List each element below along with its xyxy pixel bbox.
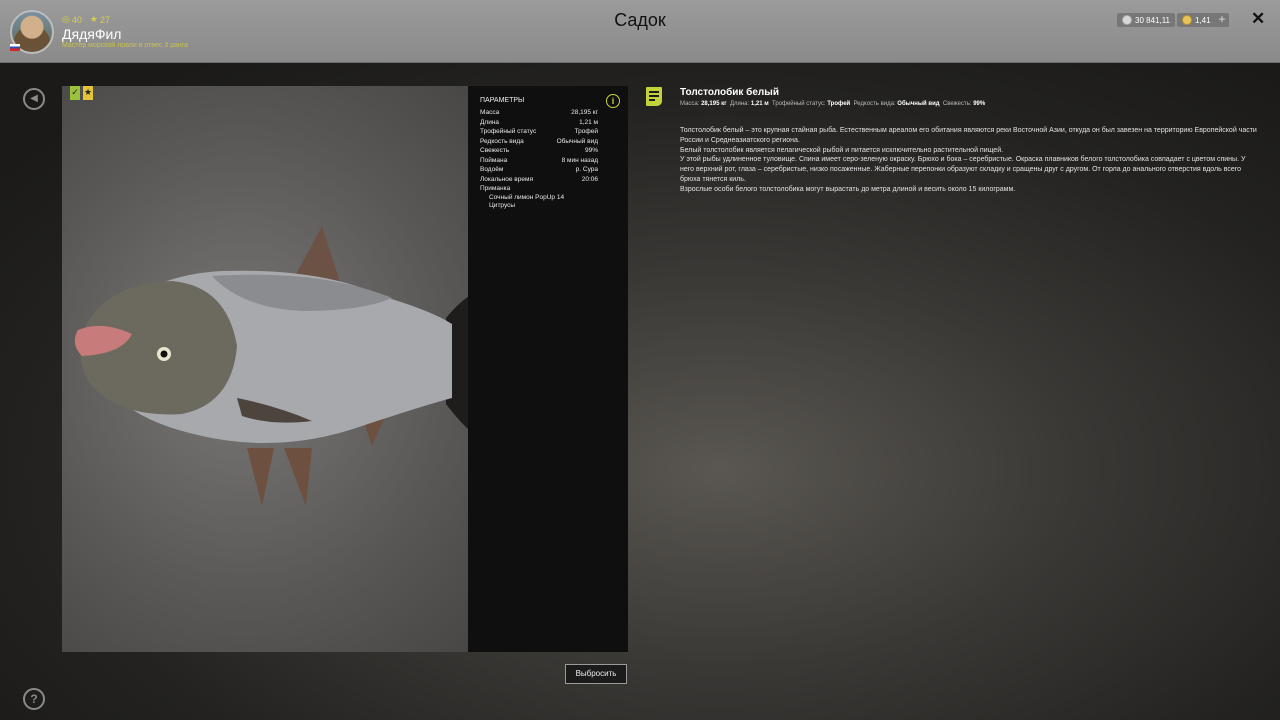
param-row: Масса 28,195 кг (480, 109, 598, 116)
fish-name: Толстолобик белый (680, 87, 779, 98)
info-icon[interactable]: i (606, 94, 620, 108)
mark-check-tag[interactable]: ✓ (70, 86, 80, 100)
gold-currency: 1,41 (1177, 13, 1216, 27)
params-title: ПАРАМЕТРЫ (480, 97, 525, 104)
param-row: Локальное время 20:06 (480, 175, 598, 183)
bait-item: Цитрусы (489, 202, 516, 209)
fish-summary: Масса: 28,195 кг Длина: 1,21 м Трофейный… (680, 101, 986, 107)
discard-button[interactable]: Выбросить (565, 664, 627, 684)
fish-3d-view[interactable] (62, 86, 492, 652)
fish-image (74, 226, 492, 506)
top-bar: ◎ 40 ★ 27 ДядяФил Мастер морской ловли в о… (0, 0, 1280, 63)
question-icon: ? (30, 692, 38, 706)
add-currency-button[interactable]: + (1215, 13, 1229, 27)
bait-item: Сочный лимон PopUp 14 (489, 193, 565, 201)
bait-label: Приманка (480, 185, 511, 192)
star-icon: ★ (83, 87, 93, 97)
close-button[interactable]: ✕ (1251, 9, 1265, 29)
note-icon (646, 87, 662, 106)
back-arrow-icon: ◀ (30, 93, 38, 104)
check-icon: ✓ (71, 87, 79, 97)
param-row: Трофейный статус Трофей (480, 128, 598, 135)
user-rank: Мастер морской ловли в отвес 3 ранга (62, 42, 189, 49)
silver-coin-icon (1122, 15, 1132, 25)
back-button[interactable]: ◀ (23, 88, 45, 110)
page-title: Садок (614, 10, 666, 30)
country-flag-icon (10, 44, 20, 51)
silver-currency: 30 841,11 (1117, 13, 1175, 27)
description-paragraph: Толстолобик белый – это крупная стайная … (680, 127, 1257, 144)
param-row: Длина 1,21 м (480, 118, 598, 126)
gold-coin-icon (1182, 15, 1192, 25)
param-row: Поймана 8 мин назад (480, 156, 598, 164)
mark-star-tag[interactable]: ★ (83, 86, 93, 100)
param-row: Редкость вида Обычный вид (480, 137, 598, 145)
param-row: Водоём р. Сура (480, 166, 598, 173)
help-button[interactable]: ? (23, 688, 45, 710)
description-paragraph: У этой рыбы удлиненное туловище. Спина и… (680, 156, 1246, 183)
description-paragraph: Белый толстолобик является пелагической … (680, 146, 1004, 154)
fish-description: Толстолобик белый – это крупная стайная … (680, 126, 1260, 195)
description-paragraph: Взрослые особи белого толстолобика могут… (680, 185, 1016, 193)
param-row: Свежесть 99% (480, 147, 598, 154)
